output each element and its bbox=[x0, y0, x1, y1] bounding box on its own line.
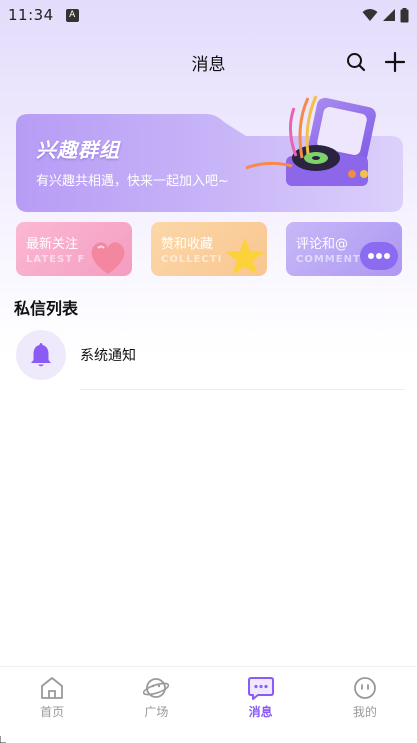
avatar bbox=[16, 330, 66, 380]
list-item[interactable]: 系统通知 bbox=[0, 326, 417, 390]
tab-label: 广场 bbox=[144, 705, 169, 719]
battery-icon bbox=[400, 7, 409, 22]
banner-title: 兴趣群组 bbox=[36, 138, 120, 162]
status-time: 11:34 bbox=[8, 6, 54, 24]
banner-subtitle: 有兴趣共相遇，快来一起加入吧~ bbox=[36, 174, 229, 189]
likes-collections-card[interactable]: 赞和收藏 COLLECTI bbox=[151, 222, 267, 276]
search-icon[interactable] bbox=[344, 50, 368, 74]
top-navigation-bar: 消息 bbox=[0, 42, 417, 82]
planet-icon bbox=[143, 678, 170, 698]
bell-icon bbox=[31, 343, 51, 367]
latest-follow-card[interactable]: 最新关注 LATEST F bbox=[16, 222, 132, 276]
card-label: 赞和收藏 bbox=[161, 237, 214, 252]
cellular-icon bbox=[383, 9, 395, 21]
card-english-label: COLLECTI bbox=[161, 254, 223, 265]
tab-home[interactable]: 首页 bbox=[0, 667, 104, 726]
status-bar: 11:34 A bbox=[0, 0, 417, 30]
page-title: 消息 bbox=[191, 54, 226, 75]
star-icon bbox=[226, 238, 264, 274]
add-icon[interactable] bbox=[383, 50, 407, 74]
tab-label: 首页 bbox=[40, 705, 65, 719]
tab-mine[interactable]: 我的 bbox=[313, 667, 417, 726]
tab-plaza[interactable]: 广场 bbox=[104, 667, 208, 726]
section-title: 私信列表 bbox=[14, 299, 79, 318]
status-icons bbox=[362, 7, 409, 23]
card-english-label: COMMENT bbox=[296, 254, 361, 265]
heart-icon bbox=[91, 242, 125, 274]
card-english-label: LATEST F bbox=[26, 254, 86, 265]
divider bbox=[80, 389, 405, 390]
category-cards: 最新关注 LATEST F 赞和收藏 COLLECTI 评论和@ COMMENT bbox=[16, 222, 403, 276]
wifi-icon bbox=[362, 9, 378, 21]
notification-badge-icon: A bbox=[65, 8, 79, 22]
card-label: 最新关注 bbox=[26, 237, 79, 252]
tab-label: 我的 bbox=[352, 705, 377, 719]
tab-label: 消息 bbox=[248, 705, 273, 719]
tab-messages[interactable]: 消息 bbox=[209, 667, 313, 726]
face-icon bbox=[353, 677, 376, 699]
message-icon bbox=[247, 677, 274, 700]
corner-indicator-icon bbox=[0, 736, 6, 743]
comment-bubble-icon bbox=[360, 242, 398, 270]
list-item-name: 系统通知 bbox=[80, 348, 136, 364]
card-label: 评论和@ bbox=[296, 237, 349, 252]
bottom-tab-bar: 首页 广场 消息 我的 bbox=[0, 666, 417, 726]
comments-mentions-card[interactable]: 评论和@ COMMENT bbox=[286, 222, 402, 276]
home-icon bbox=[41, 677, 64, 699]
